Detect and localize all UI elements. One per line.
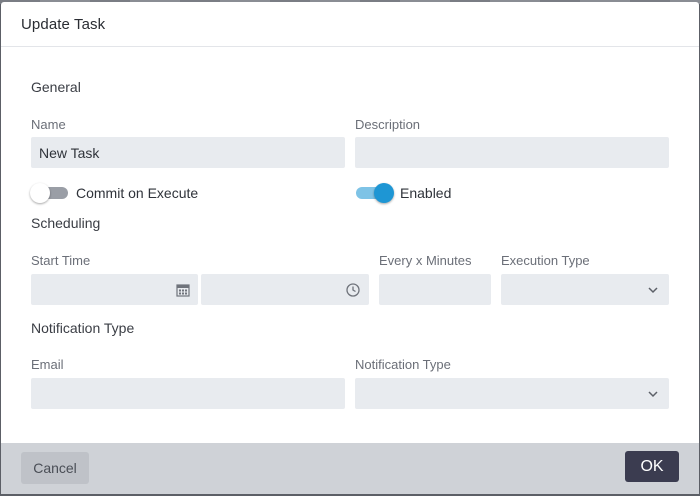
every-x-minutes-field[interactable]: [379, 274, 491, 305]
description-field[interactable]: [355, 137, 669, 168]
clock-icon[interactable]: [345, 282, 361, 298]
name-label: Name: [31, 117, 66, 132]
start-time-label: Start Time: [31, 253, 91, 268]
every-x-minutes-label: Every x Minutes: [379, 253, 472, 268]
execution-type-select[interactable]: [501, 274, 669, 305]
dialog-title: Update Task: [21, 15, 106, 33]
notification-type-label: Notification Type: [355, 357, 451, 372]
name-field[interactable]: New Task: [31, 137, 345, 168]
start-time-field[interactable]: [201, 274, 369, 305]
ok-button[interactable]: OK: [625, 451, 679, 482]
chevron-down-icon: [645, 282, 661, 298]
enabled-toggle[interactable]: [354, 182, 394, 203]
chevron-down-icon: [645, 386, 661, 402]
email-label: Email: [31, 357, 64, 372]
email-field[interactable]: [31, 378, 345, 409]
toggle-knob: [374, 183, 394, 203]
section-title-general: General: [31, 79, 81, 95]
commit-on-execute-label: Commit on Execute: [76, 185, 199, 201]
notification-type-select[interactable]: [355, 378, 669, 409]
cancel-button[interactable]: Cancel: [21, 452, 89, 484]
section-title-scheduling: Scheduling: [31, 215, 101, 231]
description-label: Description: [355, 117, 421, 132]
dialog-header: Update Task: [1, 2, 699, 47]
enabled-label: Enabled: [400, 185, 452, 201]
toggle-knob: [30, 183, 50, 203]
name-field-value: New Task: [39, 144, 100, 161]
update-task-dialog: Update Task General Name New Task Descri…: [1, 2, 699, 494]
dialog-footer: Cancel OK: [1, 443, 699, 494]
calendar-icon[interactable]: [175, 282, 191, 298]
execution-type-label: Execution Type: [501, 253, 590, 268]
start-date-field[interactable]: [31, 274, 198, 305]
commit-on-execute-toggle[interactable]: [30, 182, 68, 203]
section-title-notification: Notification Type: [31, 320, 135, 336]
